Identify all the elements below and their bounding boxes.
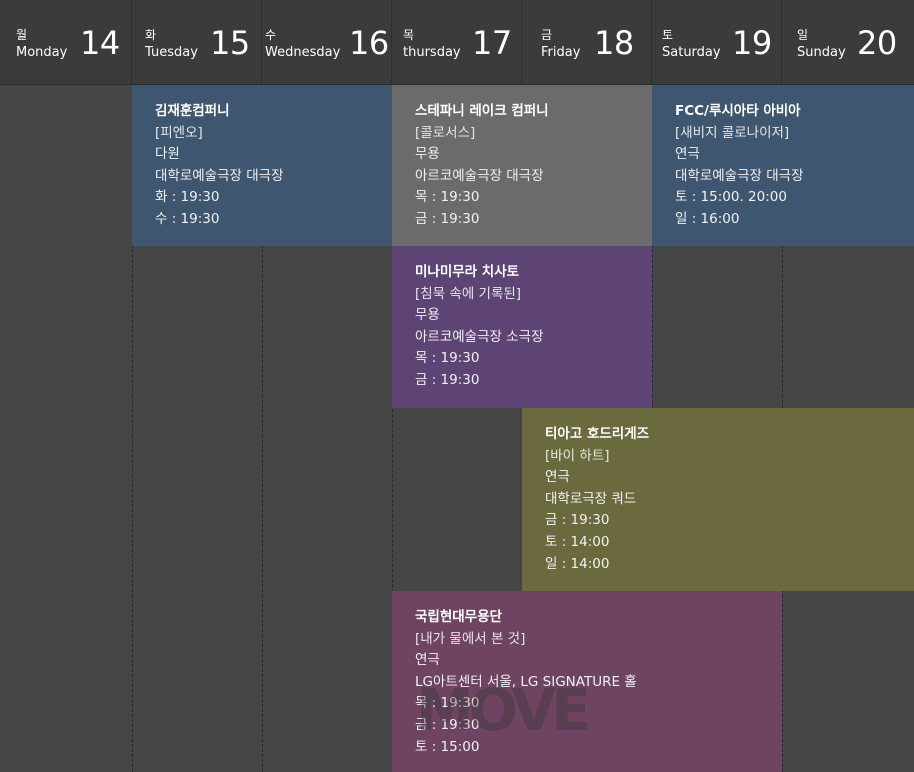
event-venue: 아르코예술극장 대극장 <box>415 167 544 184</box>
event-genre: 연극 <box>545 469 570 486</box>
day-number: 14 <box>80 24 120 62</box>
event-genre: 연극 <box>675 146 700 163</box>
event-genre: 다원 <box>155 146 180 163</box>
day-kor: 금 <box>541 28 553 42</box>
day-eng: Tuesday <box>145 45 198 60</box>
event-company: 국립현대무용단 <box>415 609 502 625</box>
event-time: 일 : 16:00 <box>675 210 740 227</box>
event-company: 티아고 호드리게즈 <box>545 426 650 442</box>
event-time: 토 : 15:00. 20:00 <box>675 189 787 206</box>
day-eng: Wednesday <box>265 45 341 60</box>
day-kor: 수 <box>265 28 277 42</box>
day-eng: Monday <box>16 45 68 60</box>
event-time: 토 : 14:00 <box>545 533 610 550</box>
event-venue: 아르코예술극장 소극장 <box>415 328 544 345</box>
day-header-thursday: 목 thursday 17 <box>392 0 522 84</box>
event-company: 스테파니 레이크 컴퍼니 <box>415 103 549 119</box>
day-kor: 화 <box>145 28 157 42</box>
day-eng: thursday <box>403 45 461 60</box>
day-number: 20 <box>857 24 897 62</box>
event-work-title: [바이 하트] <box>545 447 610 464</box>
day-number: 17 <box>472 24 512 62</box>
event-card[interactable]: 미나미무라 치사토 [침묵 속에 기록된] 무용 아르코예술극장 소극장 목 :… <box>392 246 652 408</box>
day-kor: 목 <box>403 28 415 42</box>
day-eng: Friday <box>541 45 581 60</box>
event-card[interactable]: 스테파니 레이크 컴퍼니 [콜로서스] 무용 아르코예술극장 대극장 목 : 1… <box>392 85 652 246</box>
event-company: 김재훈컴퍼니 <box>155 103 230 119</box>
event-work-title: [새비지 콜로나이저] <box>675 124 790 141</box>
event-time: 수 : 19:30 <box>155 210 220 227</box>
event-genre: 무용 <box>415 307 440 324</box>
day-header-friday: 금 Friday 18 <box>522 0 652 84</box>
event-work-title: [내가 물에서 본 것] <box>415 630 526 647</box>
event-genre: 무용 <box>415 146 440 163</box>
event-company: FCC/루시아타 아비아 <box>675 103 801 119</box>
event-work-title: [피엔오] <box>155 124 203 141</box>
event-card[interactable]: 티아고 호드리게즈 [바이 하트] 연극 대학로극장 쿼드 금 : 19:30 … <box>522 408 914 591</box>
day-header-sunday: 일 Sunday 20 <box>782 0 914 84</box>
event-time: 금 : 19:30 <box>415 210 480 227</box>
day-eng: Saturday <box>662 45 721 60</box>
event-time: 금 : 19:30 <box>545 512 610 529</box>
watermark-text: MOVE <box>416 676 591 744</box>
day-eng: Sunday <box>797 45 846 60</box>
event-card[interactable]: 김재훈컴퍼니 [피엔오] 다원 대학로예술극장 대극장 화 : 19:30 수 … <box>132 85 392 246</box>
week-header: 월 Monday 14 화 Tuesday 15 수 Wednesday 16 … <box>0 0 914 85</box>
event-time: 목 : 19:30 <box>415 350 480 367</box>
day-header-wednesday: 수 Wednesday 16 <box>262 0 392 84</box>
event-venue: 대학로극장 쿼드 <box>545 490 637 507</box>
event-time: 금 : 19:30 <box>415 371 480 388</box>
event-company: 미나미무라 치사토 <box>415 264 520 280</box>
event-time: 목 : 19:30 <box>415 189 480 206</box>
day-kor: 월 <box>16 28 28 42</box>
move-watermark-logo: MOVE <box>416 676 606 746</box>
day-kor: 일 <box>797 28 809 42</box>
event-time: 화 : 19:30 <box>155 189 220 206</box>
event-venue: 대학로예술극장 대극장 <box>155 167 284 184</box>
day-number: 18 <box>594 24 634 62</box>
day-kor: 토 <box>662 28 674 42</box>
event-genre: 연극 <box>415 652 440 669</box>
event-card[interactable]: FCC/루시아타 아비아 [새비지 콜로나이저] 연극 대학로예술극장 대극장 … <box>652 85 914 246</box>
event-time: 일 : 14:00 <box>545 555 610 572</box>
day-header-saturday: 토 Saturday 19 <box>652 0 782 84</box>
day-number: 15 <box>210 24 250 62</box>
day-number: 19 <box>732 24 772 62</box>
event-work-title: [콜로서스] <box>415 124 476 141</box>
day-header-monday: 월 Monday 14 <box>0 0 132 84</box>
event-venue: 대학로예술극장 대극장 <box>675 167 804 184</box>
day-number: 16 <box>349 24 389 62</box>
event-work-title: [침묵 속에 기록된] <box>415 285 522 302</box>
day-header-tuesday: 화 Tuesday 15 <box>132 0 262 84</box>
